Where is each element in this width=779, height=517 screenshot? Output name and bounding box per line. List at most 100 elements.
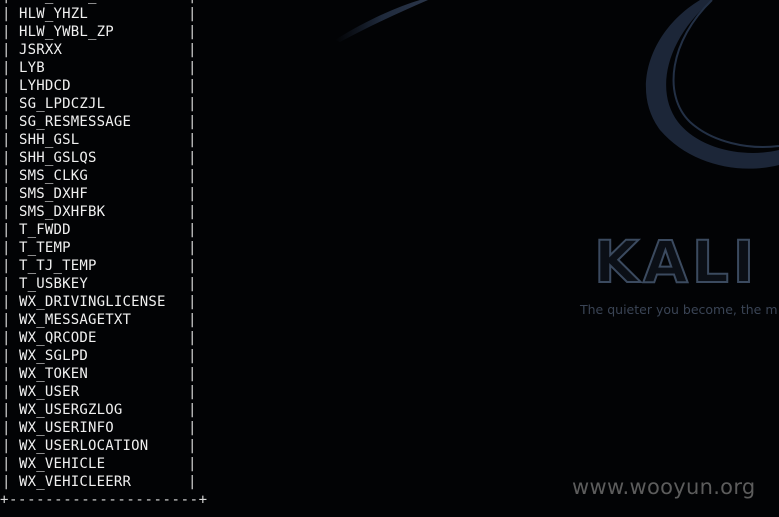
table-row: | SMS_CLKG |	[0, 167, 210, 185]
table-border-right: |	[188, 420, 197, 436]
table-border-right: |	[188, 474, 197, 490]
table-name-cell: LYB	[19, 60, 45, 76]
table-border-left: |	[2, 42, 11, 58]
table-row: | JSRXX |	[0, 41, 210, 59]
table-border-right: |	[188, 294, 197, 310]
table-name-cell: WX_SGLPD	[19, 348, 89, 364]
table-row: | T_TEMP |	[0, 239, 210, 257]
table-row: | T_TJ_TEMP |	[0, 257, 210, 275]
table-border-right: |	[188, 330, 197, 346]
table-row: | WX_USERLOCATION |	[0, 437, 210, 455]
table-row: | HLW_YHZL |	[0, 5, 210, 23]
table-border-left: |	[2, 6, 11, 22]
table-name-cell: WX_USER	[19, 384, 80, 400]
table-row: | WX_USERINFO |	[0, 419, 210, 437]
table-border-right: |	[188, 24, 197, 40]
table-border-right: |	[188, 114, 197, 130]
table-border-right: |	[188, 150, 197, 166]
table-border-right: |	[188, 96, 197, 112]
table-border-right: |	[188, 456, 197, 472]
dragon-curve	[645, 0, 779, 169]
table-border-right: |	[188, 204, 197, 220]
table-border-left: |	[2, 366, 11, 382]
table-row: | SHH_GSL |	[0, 131, 210, 149]
table-border-right: |	[188, 384, 197, 400]
table-border-left: |	[2, 438, 11, 454]
wooyun-watermark: www.wooyun.org	[572, 475, 756, 499]
table-border-left: |	[2, 312, 11, 328]
desktop-screen: |HLW_????_????||HLW_YHZL||HLW_YWBL_ZP||J…	[0, 0, 779, 517]
table-name-cell: WX_MESSAGETXT	[19, 312, 132, 328]
table-border-left: |	[2, 78, 11, 94]
table-name-cell: SMS_CLKG	[19, 168, 89, 184]
table-name-cell: HLW_YWBL_ZP	[19, 24, 114, 40]
table-border-left: |	[2, 96, 11, 112]
table-border-right: |	[188, 222, 197, 238]
table-name-cell: T_FWDD	[19, 222, 71, 238]
table-row: | SG_LPDCZJL |	[0, 95, 210, 113]
table-border-right: |	[188, 366, 197, 382]
table-border-right: |	[188, 186, 197, 202]
kali-tagline: The quieter you become, the m	[580, 302, 778, 317]
table-border-left: |	[2, 204, 11, 220]
table-border-left: |	[2, 150, 11, 166]
table-border-right: |	[188, 348, 197, 364]
table-border-left: |	[2, 258, 11, 274]
table-row: | SG_RESMESSAGE |	[0, 113, 210, 131]
table-name-cell: WX_DRIVINGLICENSE	[19, 294, 166, 310]
table-border-left: |	[2, 114, 11, 130]
table-border-right: |	[188, 42, 197, 58]
table-bottom-border: +---------------------+	[0, 492, 208, 508]
table-border-left: |	[2, 276, 11, 292]
table-name-cell: WX_VEHICLE	[19, 456, 106, 472]
table-border-left: |	[2, 222, 11, 238]
table-border-left: |	[2, 474, 11, 490]
table-row: | T_FWDD |	[0, 221, 210, 239]
table-border-right: |	[188, 6, 197, 22]
table-border-right: |	[188, 240, 197, 256]
table-name-cell: SMS_DXHF	[19, 186, 89, 202]
terminal-output: |HLW_????_????||HLW_YHZL||HLW_YWBL_ZP||J…	[0, 0, 210, 509]
table-row: | WX_VEHICLEERR |	[0, 473, 210, 491]
table-border-left: |	[2, 348, 11, 364]
table-name-cell: WX_TOKEN	[19, 366, 89, 382]
table-row: | SHH_GSLQS |	[0, 149, 210, 167]
table-row: | WX_SGLPD |	[0, 347, 210, 365]
table-border-left: |	[2, 402, 11, 418]
table-border-left: |	[2, 456, 11, 472]
table-name-cell: SMS_DXHFBK	[19, 204, 106, 220]
table-border-right: |	[188, 168, 197, 184]
table-name-cell: WX_USERLOCATION	[19, 438, 149, 454]
table-border-right: |	[188, 78, 197, 94]
table-row: | WX_USERGZLOG |	[0, 401, 210, 419]
table-row: | WX_QRCODE |	[0, 329, 210, 347]
table-name-cell: T_TEMP	[19, 240, 71, 256]
table-border-right: |	[188, 402, 197, 418]
table-row: | SMS_DXHF |	[0, 185, 210, 203]
table-name-cell: WX_USERGZLOG	[19, 402, 123, 418]
table-border-left: |	[2, 384, 11, 400]
table-border-left: |	[2, 168, 11, 184]
table-border-right: |	[188, 132, 197, 148]
table-name-cell: LYHDCD	[19, 78, 71, 94]
table-border-right: |	[188, 60, 197, 76]
table-border-left: |	[2, 132, 11, 148]
table-name-cell: T_TJ_TEMP	[19, 258, 97, 274]
kali-logo-title: KALI LI	[593, 227, 779, 297]
table-border-left: |	[2, 330, 11, 346]
dragon-swoosh-thin	[335, 0, 428, 42]
table-row: | WX_TOKEN |	[0, 365, 210, 383]
table-name-cell: WX_VEHICLEERR	[19, 474, 132, 490]
table-row: | WX_MESSAGETXT |	[0, 311, 210, 329]
table-name-cell: HLW_YHZL	[19, 6, 89, 22]
table-row: | LYB |	[0, 59, 210, 77]
table-row: | WX_DRIVINGLICENSE |	[0, 293, 210, 311]
table-row: | T_USBKEY |	[0, 275, 210, 293]
table-border-right: |	[188, 258, 197, 274]
table-border-left: |	[2, 60, 11, 76]
table-name-cell: SHH_GSL	[19, 132, 80, 148]
table-name-cell: SG_RESMESSAGE	[19, 114, 132, 130]
table-border-right: |	[188, 438, 197, 454]
table-name-cell: WX_USERINFO	[19, 420, 114, 436]
table-name-cell: SHH_GSLQS	[19, 150, 97, 166]
